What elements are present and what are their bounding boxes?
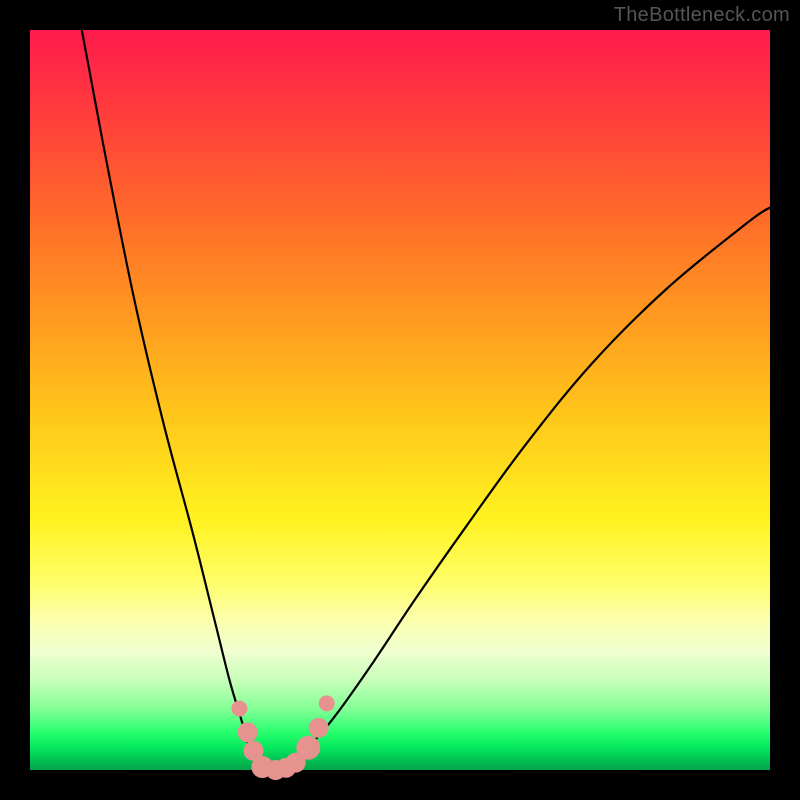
curve-left-branch bbox=[82, 30, 266, 770]
bottleneck-dot bbox=[309, 718, 329, 738]
plot-area bbox=[30, 30, 770, 770]
bottleneck-dot bbox=[296, 736, 320, 760]
bottleneck-dot bbox=[231, 701, 247, 717]
bottleneck-markers bbox=[231, 695, 334, 780]
bottleneck-dot bbox=[238, 722, 258, 742]
chart-svg bbox=[30, 30, 770, 770]
bottleneck-dot bbox=[319, 695, 335, 711]
chart-container: TheBottleneck.com bbox=[0, 0, 800, 800]
watermark-text: TheBottleneck.com bbox=[614, 4, 790, 27]
curve-right-branch bbox=[265, 208, 770, 770]
